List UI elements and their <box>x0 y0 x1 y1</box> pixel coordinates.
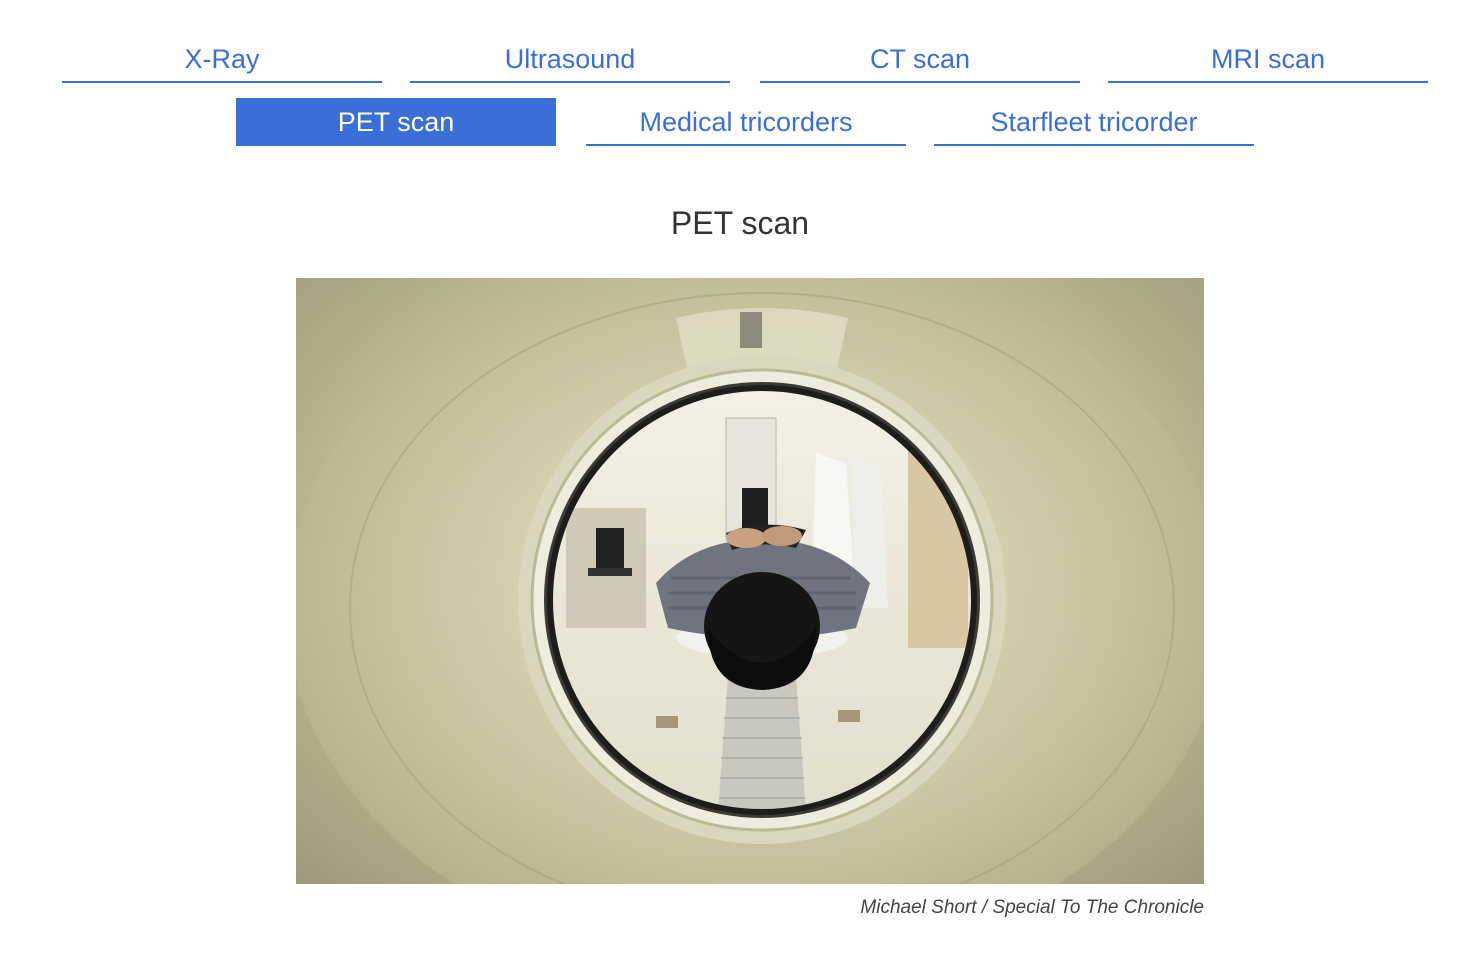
tab-mri-scan[interactable]: MRI scan <box>1108 35 1428 83</box>
tab-pet-scan[interactable]: PET scan <box>236 98 556 146</box>
tab-ultrasound[interactable]: Ultrasound <box>410 35 730 83</box>
tab-ct-scan[interactable]: CT scan <box>760 35 1080 83</box>
section-title: PET scan <box>670 205 810 241</box>
pet-scanner-photo <box>296 278 1204 884</box>
tab-x-ray[interactable]: X-Ray <box>62 35 382 83</box>
photo-credit: Michael Short / Special To The Chronicle <box>860 897 1204 918</box>
tab-starfleet-tricorder[interactable]: Starfleet tricorder <box>934 98 1254 146</box>
tab-medical-tricorders[interactable]: Medical tricorders <box>586 98 906 146</box>
